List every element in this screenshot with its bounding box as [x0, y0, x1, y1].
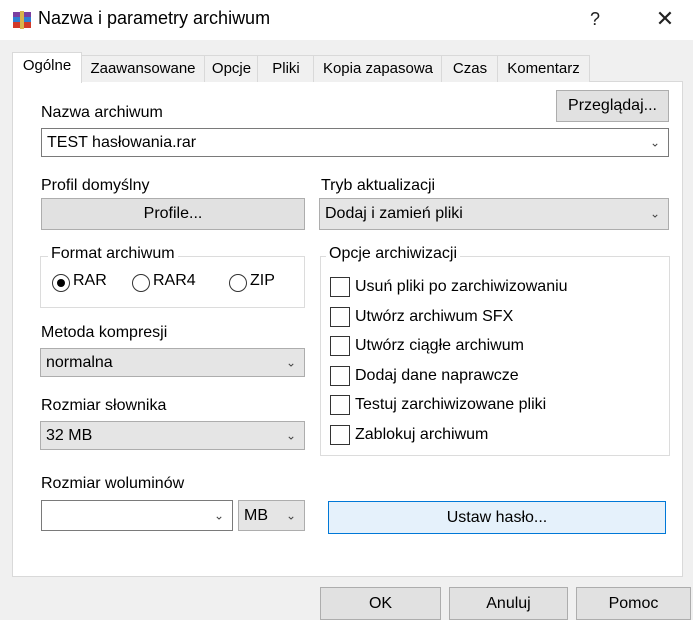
radio-zip[interactable] — [229, 274, 247, 292]
compression-method-select[interactable]: normalna ⌄ — [40, 348, 305, 377]
tab-backup[interactable]: Kopia zapasowa — [313, 55, 443, 82]
checkbox-solid-archive[interactable] — [330, 336, 350, 356]
chevron-down-icon[interactable]: ⌄ — [650, 135, 660, 149]
archive-name-label: Nazwa archiwum — [41, 104, 163, 121]
volume-size-input[interactable]: ⌄ — [41, 500, 233, 531]
ok-button[interactable]: OK — [320, 587, 441, 620]
update-mode-label: Tryb aktualizacji — [321, 177, 436, 194]
volume-size-label: Rozmiar woluminów — [41, 475, 185, 492]
tab-comment[interactable]: Komentarz — [497, 55, 590, 82]
checkbox-test-files-label: Testuj zarchiwizowane pliki — [355, 396, 547, 413]
checkbox-create-sfx-label: Utwórz archiwum SFX — [355, 308, 514, 325]
tab-time[interactable]: Czas — [441, 55, 499, 82]
archive-format-title: Format archiwum — [48, 245, 178, 263]
cancel-button[interactable]: Anuluj — [449, 587, 568, 620]
help-button[interactable]: Pomoc — [576, 587, 691, 620]
checkbox-delete-files[interactable] — [330, 277, 350, 297]
close-icon[interactable]: ✕ — [650, 6, 680, 32]
browse-button[interactable]: Przeglądaj... — [556, 90, 669, 122]
archive-name-value: TEST hasłowania.rar — [47, 133, 197, 151]
update-mode-value: Dodaj i zamień pliki — [325, 205, 463, 222]
compression-method-label: Metoda kompresji — [41, 324, 168, 341]
radio-rar4-label: RAR4 — [153, 272, 196, 289]
window-title: Nazwa i parametry archiwum — [38, 8, 271, 28]
checkbox-recovery-record[interactable] — [330, 366, 350, 386]
volume-unit-value: MB — [244, 506, 268, 524]
chevron-down-icon[interactable]: ⌄ — [214, 508, 224, 522]
radio-rar4[interactable] — [132, 274, 150, 292]
tab-general[interactable]: Ogólne — [12, 52, 82, 83]
radio-rar[interactable] — [52, 274, 70, 292]
dictionary-size-value: 32 MB — [46, 426, 93, 444]
checkbox-create-sfx[interactable] — [330, 307, 350, 327]
volume-unit-select[interactable]: MB ⌄ — [238, 500, 305, 531]
tab-options[interactable]: Opcje — [204, 55, 259, 82]
radio-zip-label: ZIP — [250, 272, 275, 289]
archive-options-title: Opcje archiwizacji — [326, 245, 461, 263]
checkbox-lock-archive-label: Zablokuj archiwum — [355, 426, 489, 443]
winrar-app-icon — [13, 11, 31, 29]
chevron-down-icon[interactable]: ⌄ — [286, 355, 296, 369]
checkbox-recovery-record-label: Dodaj dane naprawcze — [355, 367, 519, 384]
help-question-icon[interactable]: ? — [582, 6, 608, 32]
compression-method-value: normalna — [46, 353, 113, 371]
checkbox-delete-files-label: Usuń pliki po zarchiwizowaniu — [355, 278, 568, 295]
radio-rar-label: RAR — [73, 272, 107, 289]
default-profile-label: Profil domyślny — [41, 177, 150, 194]
chevron-down-icon[interactable]: ⌄ — [286, 508, 296, 522]
tab-files[interactable]: Pliki — [257, 55, 315, 82]
chevron-down-icon[interactable]: ⌄ — [286, 428, 296, 442]
radio-selected-dot — [57, 279, 65, 287]
dictionary-size-select[interactable]: 32 MB ⌄ — [40, 421, 305, 450]
checkbox-test-files[interactable] — [330, 395, 350, 415]
archive-name-field[interactable]: TEST hasłowania.rar ⌄ — [41, 128, 669, 157]
set-password-button[interactable]: Ustaw hasło... — [328, 501, 666, 534]
chevron-down-icon[interactable]: ⌄ — [650, 206, 660, 220]
tab-advanced[interactable]: Zaawansowane — [80, 55, 206, 82]
dictionary-size-label: Rozmiar słownika — [41, 397, 167, 414]
checkbox-solid-archive-label: Utwórz ciągłe archiwum — [355, 337, 524, 354]
profiles-button[interactable]: Profile... — [41, 198, 305, 230]
update-mode-select[interactable]: Dodaj i zamień pliki ⌄ — [319, 198, 669, 230]
checkbox-lock-archive[interactable] — [330, 425, 350, 445]
